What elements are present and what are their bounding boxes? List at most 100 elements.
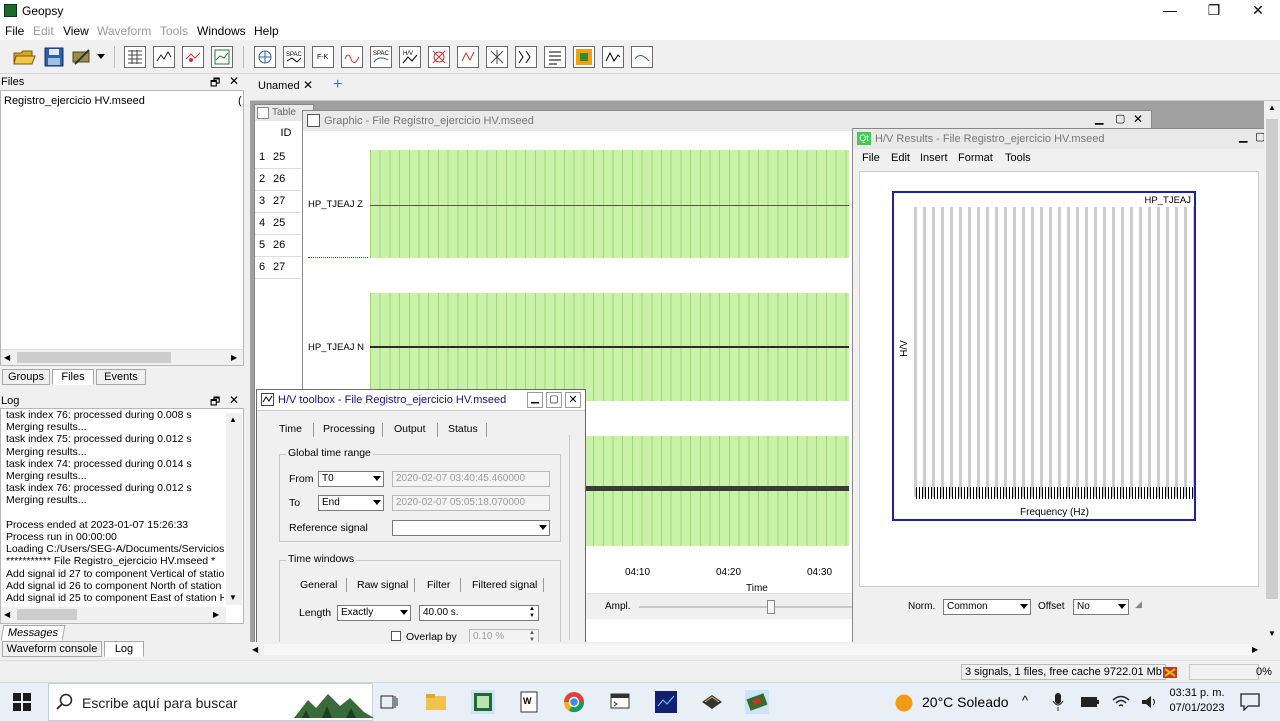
minimize-button[interactable]: — — [1148, 0, 1192, 22]
spac-tool-icon[interactable]: SPAC — [283, 46, 305, 68]
menu-tools[interactable]: Tools — [1005, 152, 1031, 164]
tab-log[interactable]: Log — [104, 641, 144, 657]
hv-tool-icon[interactable] — [254, 46, 276, 68]
windows-start-icon[interactable] — [13, 693, 31, 714]
table-row[interactable]: 6 27 — [255, 257, 301, 279]
menu-view[interactable]: View — [63, 24, 89, 38]
table-row[interactable]: 1 25 — [255, 147, 301, 169]
cache-icon[interactable] — [1161, 664, 1179, 680]
dispersion-tool-icon[interactable] — [515, 46, 537, 68]
spectrum-tool-icon[interactable] — [341, 46, 363, 68]
signal-plot-n[interactable] — [370, 293, 849, 401]
book-app-icon[interactable] — [700, 690, 724, 714]
scroll-right-icon[interactable]: ▶ — [1252, 645, 1258, 654]
fk-tool-icon[interactable]: F-K — [312, 46, 334, 68]
to-datetime-field[interactable]: 2020-02-07 05:05:18.070000 — [392, 495, 550, 511]
spin-arrows-icon[interactable]: ▲ ▼ — [529, 606, 535, 620]
scroll-thumb[interactable] — [264, 644, 1254, 655]
workspace-h-scrollbar[interactable]: ◀ ▶ — [250, 642, 1280, 658]
word-doc-icon[interactable]: W — [517, 690, 541, 714]
table-row[interactable]: 5 26 — [255, 235, 301, 257]
taskbar-search-box[interactable]: Escribe aquí para buscar — [48, 683, 374, 721]
files-h-scrollbar[interactable]: ◀ ▶ — [1, 349, 243, 365]
table-row[interactable]: 3 27 — [255, 191, 301, 213]
tab-events[interactable]: Events — [96, 369, 146, 385]
scroll-left-icon[interactable]: ◀ — [252, 645, 258, 654]
scroll-thumb[interactable] — [1266, 119, 1278, 599]
curve-tool-icon[interactable] — [631, 46, 653, 68]
scroll-right-icon[interactable]: ▶ — [231, 353, 237, 362]
tools-wrench-icon[interactable] — [70, 46, 94, 68]
menu-format[interactable]: Format — [958, 152, 993, 164]
ampl-slider-handle[interactable] — [767, 600, 775, 614]
tab-status[interactable]: Status — [448, 423, 478, 435]
signal-plot-z[interactable] — [370, 150, 849, 258]
tab-groups[interactable]: Groups — [2, 369, 50, 385]
hv-results-window[interactable]: Qt H/V Results - File Registro_ejercicio… — [852, 128, 1266, 644]
weather-text[interactable]: 20°C Soleado — [922, 694, 1009, 710]
scroll-left-icon[interactable]: ◀ — [4, 610, 10, 619]
scroll-thumb[interactable] — [17, 609, 77, 620]
log-v-scrollbar[interactable]: ▲ ▼ — [226, 413, 242, 605]
menu-file[interactable]: File — [5, 24, 24, 38]
table-view-icon[interactable] — [124, 46, 146, 68]
microphone-icon[interactable] — [1051, 692, 1065, 715]
menu-windows[interactable]: Windows — [197, 24, 246, 38]
menu-tools[interactable]: Tools — [160, 24, 188, 38]
from-select[interactable]: T0 — [318, 471, 384, 487]
close-window-icon[interactable]: ✕ — [565, 392, 581, 408]
spac-array-tool-icon[interactable]: SPAC — [370, 46, 392, 68]
tab-filter[interactable]: Filter — [427, 579, 450, 591]
polarization-tool-icon[interactable] — [428, 46, 450, 68]
chevron-down-icon[interactable] — [96, 52, 106, 64]
structure-tool-icon[interactable] — [486, 46, 508, 68]
restore-button[interactable]: ❐ — [1192, 0, 1236, 22]
seismic-app-icon[interactable] — [745, 690, 769, 714]
chrome-icon[interactable] — [562, 690, 586, 714]
menu-waveform[interactable]: Waveform — [97, 24, 151, 38]
hv-plot-frame[interactable]: HP_TJEAJ H/V Frequency (Hz) — [892, 191, 1196, 521]
tab-unamed[interactable]: Unamed — [258, 80, 300, 92]
close-dock-icon[interactable]: ✕ — [229, 393, 239, 407]
bars-tool-icon[interactable] — [544, 46, 566, 68]
waveform-tool-icon[interactable] — [602, 46, 624, 68]
sun-weather-icon[interactable] — [894, 693, 914, 716]
close-tab-icon[interactable]: ✕ — [303, 78, 313, 92]
open-folder-icon[interactable] — [12, 46, 36, 68]
wifi-icon[interactable] — [1112, 694, 1130, 713]
speaker-icon[interactable] — [1140, 693, 1158, 714]
file-explorer-icon[interactable] — [424, 690, 448, 714]
offset-select[interactable]: No — [1073, 599, 1129, 615]
close-window-icon[interactable]: ✕ — [1133, 112, 1143, 126]
rotation-tool-icon[interactable] — [457, 46, 479, 68]
menu-help[interactable]: Help — [254, 24, 279, 38]
maximize-window-icon[interactable]: ▢ — [1115, 112, 1125, 125]
tab-raw-signal[interactable]: Raw signal — [357, 579, 408, 591]
menu-edit[interactable]: Edit — [33, 24, 54, 38]
file-item[interactable]: Registro_ejercicio HV.mseed — [4, 95, 145, 107]
overlap-checkbox[interactable] — [391, 631, 401, 641]
length-mode-select[interactable]: Exactly — [337, 605, 411, 621]
scroll-up-icon[interactable]: ▲ — [229, 415, 237, 424]
battery-icon[interactable] — [1080, 694, 1100, 713]
to-select[interactable]: End — [318, 495, 384, 511]
chart-view-icon[interactable] — [211, 46, 233, 68]
id-column-header[interactable]: ID — [271, 127, 301, 139]
add-tab-icon[interactable]: + — [333, 76, 342, 94]
tab-filtered-signal[interactable]: Filtered signal — [472, 579, 537, 591]
color-map-tool-icon[interactable] — [573, 46, 595, 68]
clock-time[interactable]: 03:31 p. m. — [1168, 687, 1226, 699]
reference-signal-select[interactable] — [392, 520, 550, 536]
menu-file[interactable]: File — [862, 152, 880, 164]
menu-insert[interactable]: Insert — [920, 152, 948, 164]
chevron-up-icon[interactable]: ^ — [1022, 693, 1028, 708]
tab-messages[interactable]: Messages — [0, 625, 66, 641]
scroll-thumb[interactable] — [17, 352, 171, 363]
tab-files[interactable]: Files — [52, 369, 94, 385]
scroll-down-icon[interactable]: ▼ — [229, 593, 237, 602]
graphic-view-icon[interactable] — [153, 46, 175, 68]
close-dock-icon[interactable]: ✕ — [229, 74, 239, 88]
table-row[interactable]: 4 25 — [255, 213, 301, 235]
scroll-left-icon[interactable]: ◀ — [4, 353, 10, 362]
scroll-right-icon[interactable]: ▶ — [213, 610, 219, 619]
